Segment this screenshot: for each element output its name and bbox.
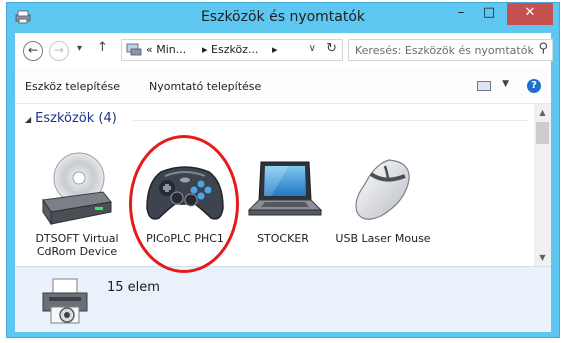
mouse-icon	[355, 159, 410, 220]
scroll-up-arrow[interactable]: ▲	[534, 104, 551, 121]
search-box[interactable]: Keresés: Eszközök és nyomtatók ⚲	[348, 39, 553, 61]
device-item[interactable]: DTSOFT Virtual CdRom Device	[27, 150, 127, 258]
device-label: PICoPLC PHC1	[146, 232, 224, 245]
add-device-button[interactable]: Eszköz telepítése	[25, 80, 120, 93]
device-label: DTSOFT Virtual CdRom Device	[35, 232, 119, 258]
device-label: STOCKER	[257, 232, 309, 245]
breadcrumb-current[interactable]: ▸ Eszköz...	[202, 43, 258, 56]
search-icon[interactable]: ⚲	[538, 41, 548, 56]
view-options-icon[interactable]	[477, 81, 491, 91]
devices-and-printers-window: Eszközök és nyomtatók – □ ✕ ← → ▾ ↑ « Mi…	[6, 2, 560, 338]
add-printer-button[interactable]: Nyomtató telepítése	[149, 80, 261, 93]
recent-locations-icon[interactable]: ▾	[77, 43, 82, 54]
title-bar[interactable]: Eszközök és nyomtatók – □ ✕	[7, 3, 559, 33]
device-label: USB Laser Mouse	[335, 232, 431, 245]
scroll-down-arrow[interactable]: ▼	[534, 249, 551, 266]
command-bar: Eszköz telepítése Nyomtató telepítése ▼ …	[15, 69, 551, 104]
printer-icon	[42, 278, 88, 324]
address-dropdown-icon[interactable]: ∨	[309, 43, 316, 54]
maximize-button[interactable]: □	[475, 3, 503, 25]
search-placeholder: Keresés: Eszközök és nyomtatók	[355, 44, 534, 57]
refresh-icon[interactable]: ↻	[326, 41, 337, 56]
navigation-bar: ← → ▾ ↑ « Min... ▸ Eszköz... ▸ ∨ ↻ Keres…	[15, 33, 553, 69]
details-pane: 15 elem	[15, 266, 551, 332]
breadcrumb-chevron[interactable]: ▸	[272, 43, 278, 56]
back-button[interactable]: ←	[23, 41, 43, 61]
breadcrumb-root[interactable]: « Min...	[146, 43, 186, 56]
control-panel-icon	[126, 43, 142, 56]
scroll-thumb[interactable]	[536, 122, 549, 144]
group-divider	[133, 120, 529, 121]
device-item[interactable]: PICoPLC PHC1	[135, 150, 235, 245]
laptop-icon	[247, 161, 323, 216]
view-dropdown-icon[interactable]: ▼	[502, 79, 509, 89]
vertical-scrollbar[interactable]: ▲ ▼	[534, 104, 551, 266]
device-list: ◢ Eszközök (4) DTSOFT Virtual CdRom Devic…	[15, 104, 551, 266]
help-icon[interactable]: ?	[527, 79, 541, 93]
gamepad-icon	[146, 166, 224, 220]
group-title: Eszközök (4)	[35, 111, 117, 126]
device-item[interactable]: STOCKER	[233, 150, 333, 245]
close-button[interactable]: ✕	[507, 3, 553, 25]
device-item[interactable]: USB Laser Mouse	[333, 150, 433, 245]
collapse-icon[interactable]: ◢	[25, 115, 31, 124]
forward-button[interactable]: →	[49, 41, 69, 61]
minimize-button[interactable]: –	[447, 3, 475, 25]
up-arrow-icon[interactable]: ↑	[97, 40, 108, 55]
devices-group-header[interactable]: ◢ Eszközök (4)	[25, 111, 117, 126]
address-bar[interactable]: « Min... ▸ Eszköz... ▸ ∨ ↻	[121, 39, 343, 61]
item-count: 15 elem	[107, 280, 160, 295]
cd-drive-icon	[42, 152, 112, 226]
